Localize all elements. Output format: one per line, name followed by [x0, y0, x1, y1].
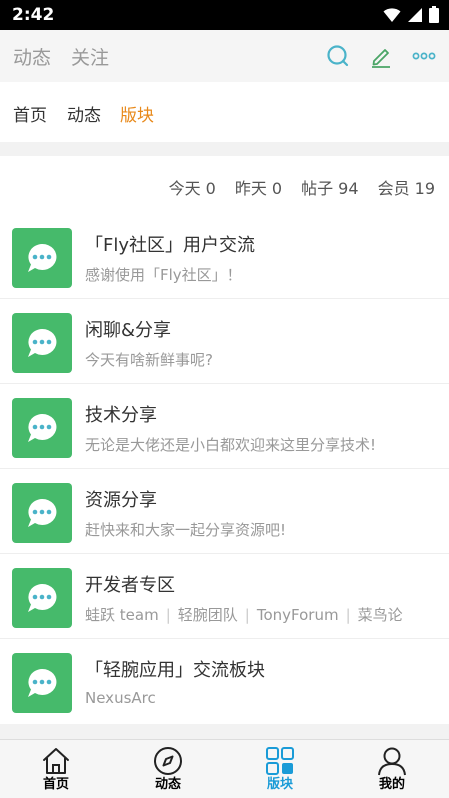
forum-item[interactable]: 技术分享 无论是大佬还是小白都欢迎来这里分享技术!	[0, 384, 449, 469]
bottom-nav: 首页 动态 版块 我的	[0, 739, 449, 798]
wifi-icon	[383, 7, 401, 22]
forum-title: 技术分享	[85, 405, 157, 426]
sub-nav: 首页 动态 版块	[0, 82, 449, 142]
forum-desc: NexusArc	[85, 689, 156, 707]
moderator-name[interactable]: TonyForum	[257, 606, 339, 624]
forum-item[interactable]: 闲聊&分享 今天有啥新鲜事呢?	[0, 299, 449, 384]
header-tab-feed[interactable]: 动态	[13, 43, 51, 70]
stats-row: 今天 0 昨天 0 帖子 94 会员 19	[155, 175, 435, 199]
status-time: 2:42	[12, 5, 55, 25]
forum-desc: 无论是大佬还是小白都欢迎来这里分享技术!	[85, 436, 377, 454]
bottom-nav-feed[interactable]: 动态	[112, 740, 224, 798]
forum-title: 「轻腕应用」交流板块	[85, 660, 265, 681]
forum-title: 闲聊&分享	[85, 320, 172, 341]
forum-item[interactable]: 开发者专区 蛙跃 team | 轻腕团队 | TonyForum | 菜鸟论	[0, 554, 449, 639]
forum-list: 「Fly社区」用户交流 感谢使用「Fly社区」！ 闲聊&分享 今天有啥新鲜事呢?…	[0, 214, 449, 724]
chat-bubble-icon	[12, 228, 72, 288]
stat-members: 会员 19	[377, 179, 435, 198]
forum-desc: 赶快来和大家一起分享资源吧!	[85, 521, 287, 539]
boards-panel: 今天 0 昨天 0 帖子 94 会员 19 「Fly社区」用户交流 感谢使用「Fly社区…	[0, 156, 449, 724]
forum-item[interactable]: 资源分享 赶快来和大家一起分享资源吧!	[0, 469, 449, 554]
search-icon[interactable]	[326, 44, 350, 68]
moderator-name[interactable]: 蛙跃 team	[85, 606, 159, 624]
signal-icon	[408, 7, 422, 22]
edit-icon[interactable]	[369, 44, 393, 68]
chat-bubble-icon	[12, 653, 72, 713]
more-icon[interactable]	[412, 44, 436, 68]
bottom-nav-label: 首页	[42, 777, 69, 792]
bottom-nav-me[interactable]: 我的	[336, 740, 448, 798]
compass-icon	[154, 747, 182, 775]
forum-item[interactable]: 「轻腕应用」交流板块 NexusArc	[0, 639, 449, 724]
forum-title: 开发者专区	[85, 575, 175, 596]
header-tab-following[interactable]: 关注	[71, 43, 109, 70]
chat-bubble-icon	[12, 483, 72, 543]
stat-today: 今天 0	[168, 179, 216, 198]
chat-bubble-icon	[12, 398, 72, 458]
sub-nav-boards[interactable]: 版块	[120, 101, 154, 126]
chat-bubble-icon	[12, 568, 72, 628]
stat-yesterday: 昨天 0	[234, 179, 283, 198]
status-icons	[383, 6, 439, 23]
status-bar: 2:42	[0, 0, 449, 30]
moderator-name[interactable]: 轻腕团队	[178, 606, 238, 624]
grid-icon	[266, 747, 294, 775]
forum-title: 「Fly社区」用户交流	[85, 235, 256, 256]
sub-nav-feed[interactable]: 动态	[67, 101, 101, 126]
forum-desc: 感谢使用「Fly社区」！	[85, 266, 242, 284]
bottom-nav-boards[interactable]: 版块	[224, 740, 336, 798]
stat-posts: 帖子 94	[301, 179, 359, 198]
bottom-nav-label: 版块	[266, 777, 293, 792]
app-header: 动态 关注	[0, 30, 449, 82]
sub-nav-home[interactable]: 首页	[13, 101, 47, 126]
bottom-nav-label: 动态	[154, 777, 181, 792]
moderator-name[interactable]: 菜鸟论	[358, 606, 403, 624]
bottom-nav-label: 我的	[378, 777, 405, 792]
chat-bubble-icon	[12, 313, 72, 373]
home-icon	[43, 748, 69, 774]
forum-desc: 今天有啥新鲜事呢?	[85, 351, 213, 369]
moderator-list: 蛙跃 team | 轻腕团队 | TonyForum | 菜鸟论	[85, 606, 403, 624]
bottom-nav-home[interactable]: 首页	[0, 740, 112, 798]
user-icon	[378, 747, 406, 776]
battery-icon	[429, 6, 439, 23]
forum-item[interactable]: 「Fly社区」用户交流 感谢使用「Fly社区」！	[0, 214, 449, 299]
forum-title: 资源分享	[85, 490, 157, 511]
